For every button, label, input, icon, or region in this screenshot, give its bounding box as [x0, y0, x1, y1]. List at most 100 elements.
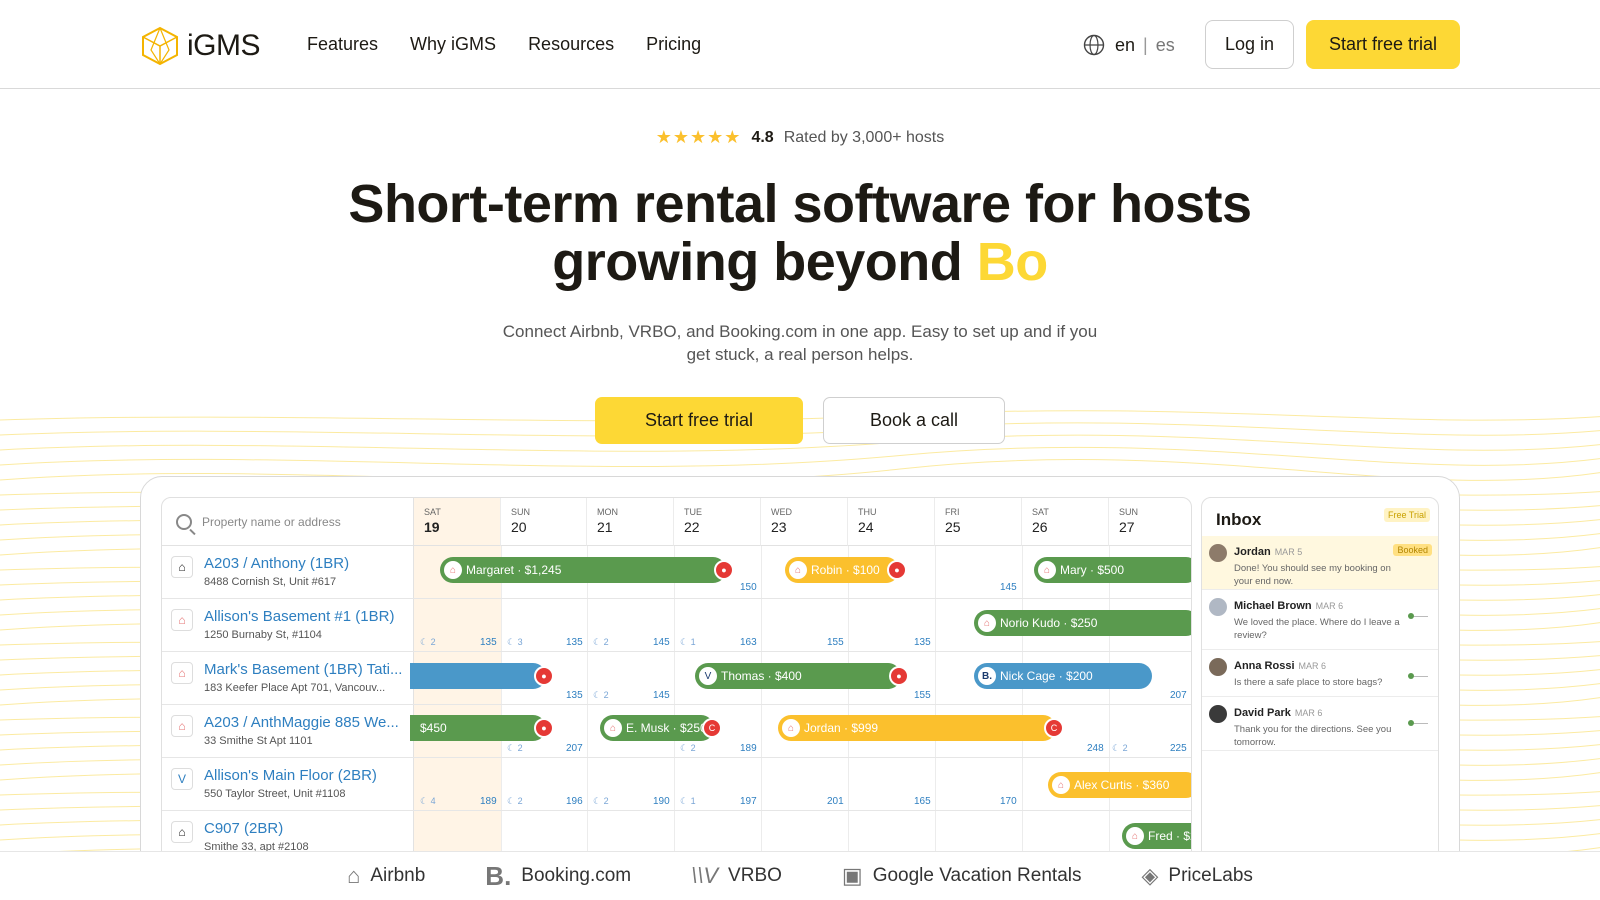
language-switcher: en | es — [1083, 34, 1175, 56]
lang-en[interactable]: en — [1115, 35, 1135, 56]
logo[interactable]: iGMS — [139, 26, 261, 66]
avatar — [1209, 705, 1227, 723]
partner-google: ▣ Google Vacation Rentals — [841, 863, 1082, 888]
nights-count: ☾ 1 — [680, 796, 696, 806]
booking-bar[interactable]: ⌂ Fred · $2 — [1122, 823, 1191, 849]
vrbo-icon: V — [171, 768, 193, 790]
property-search[interactable]: Property name or address — [162, 498, 414, 546]
night-price: 170 — [1000, 796, 1017, 807]
property-row: V Allison's Main Floor (2BR) 550 Taylor … — [162, 758, 1191, 811]
airbnb-icon: ⌂ — [444, 561, 462, 579]
lang-es[interactable]: es — [1156, 35, 1175, 56]
booking-bar[interactable]: ⌂ Robin · $100 ● — [785, 557, 907, 583]
property-name: Allison's Basement #1 (1BR) — [204, 608, 395, 625]
booking-bar[interactable]: ● — [410, 663, 554, 689]
property-name: A203 / Anthony (1BR) — [204, 555, 350, 572]
book-call-button[interactable]: Book a call — [823, 397, 1005, 444]
airbnb-icon: ⌂ — [1052, 776, 1070, 794]
booking-bar[interactable]: ⌂ Mary · $500 — [1034, 557, 1191, 583]
booked-badge: Booked — [1393, 544, 1432, 556]
nav-features[interactable]: Features — [307, 34, 378, 55]
night-price: 145 — [1000, 582, 1017, 593]
nav-pricing[interactable]: Pricing — [646, 34, 701, 55]
property-info[interactable]: ⌂ Mark's Basement (1BR) Tati... 183 Keef… — [162, 652, 414, 704]
search-placeholder: Property name or address — [202, 514, 341, 529]
nights-count: ☾ 4 — [420, 796, 436, 806]
booking-bar[interactable]: ⌂ Margaret · $1,245 ● — [440, 557, 734, 583]
site-header: iGMS Features Why iGMS Resources Pricing… — [0, 0, 1600, 89]
search-icon — [176, 513, 192, 530]
guest-avatar-icon: C — [1044, 718, 1064, 738]
nights-count: ☾ 2 — [1112, 743, 1128, 753]
inbox-message[interactable]: Jordan MAR 5 Done! You should see my book… — [1202, 536, 1438, 590]
property-name: Mark's Basement (1BR) Tati... — [204, 661, 403, 678]
airbnb-icon: ⌂ — [171, 662, 193, 684]
night-price: 248 — [1087, 743, 1104, 754]
airbnb-icon: ⌂ — [1038, 561, 1056, 579]
google-vacation-icon: ▣ — [841, 863, 863, 888]
night-price: 189 — [480, 796, 497, 807]
inbox-message[interactable]: David Park MAR 6 Thank you for the direct… — [1202, 697, 1438, 751]
day-header: WED 23 — [761, 498, 848, 546]
hero-title-line2: growing beyond — [552, 232, 977, 292]
inbox-message[interactable]: Michael Brown MAR 6 We loved the place. W… — [1202, 590, 1438, 650]
guest-avatar-icon: ● — [534, 718, 554, 738]
partner-logos: ⌂ Airbnb B. Booking.com \\V VRBO ▣ Google Va… — [0, 851, 1600, 900]
night-price: 145 — [653, 690, 670, 701]
airbnb-icon: ⌂ — [1126, 827, 1144, 845]
property-info[interactable]: ⌂ Allison's Basement #1 (1BR) 1250 Burna… — [162, 599, 414, 651]
partner-vrbo: \\V VRBO — [691, 863, 782, 888]
night-price: 145 — [653, 637, 670, 648]
booking-bar[interactable]: ⌂ Alex Curtis · $360 — [1048, 772, 1191, 798]
property-info[interactable]: ⌂ A203 / Anthony (1BR) 8488 Cornish St, … — [162, 546, 414, 598]
night-price: 225 — [1170, 743, 1187, 754]
inbox-message[interactable]: Anna Rossi MAR 6 Is there a safe place to… — [1202, 650, 1438, 697]
nav-why-igms[interactable]: Why iGMS — [410, 34, 496, 55]
property-name: C907 (2BR) — [204, 820, 284, 837]
avatar — [1209, 544, 1227, 562]
nights-count: ☾ 2 — [507, 796, 523, 806]
booking-bar[interactable]: B. Nick Cage · $200 — [974, 663, 1152, 689]
booking-bar[interactable]: V Thomas · $400 ● — [695, 663, 909, 689]
partner-booking: B. Booking.com — [485, 860, 632, 891]
inbox-title: Inbox — [1216, 510, 1262, 529]
night-price: 207 — [566, 743, 583, 754]
property-info[interactable]: ⌂ A203 / AnthMaggie 885 We... 33 Smithe … — [162, 705, 414, 757]
hero-trial-button[interactable]: Start free trial — [595, 397, 803, 444]
rating: ★★★★★ 4.8 Rated by 3,000+ hosts — [0, 127, 1600, 148]
status-toggle[interactable] — [1408, 613, 1428, 619]
hero-subtitle: Connect Airbnb, VRBO, and Booking.com in… — [502, 322, 1098, 364]
airbnb-icon: ⌂ — [978, 614, 996, 632]
booking-bar[interactable]: ⌂ E. Musk · $250 C — [600, 715, 722, 741]
property-info[interactable]: V Allison's Main Floor (2BR) 550 Taylor … — [162, 758, 414, 810]
night-price: 135 — [914, 637, 931, 648]
header-trial-button[interactable]: Start free trial — [1306, 20, 1460, 69]
nav-resources[interactable]: Resources — [528, 34, 614, 55]
airbnb-icon: ⌂ — [782, 719, 800, 737]
booking-bar[interactable]: $450 ● — [410, 715, 554, 741]
main-nav: Features Why iGMS Resources Pricing — [307, 34, 733, 55]
booking-bar[interactable]: ⌂ Jordan · $999 C — [778, 715, 1064, 741]
night-price: 201 — [827, 796, 844, 807]
booking-com-icon: B. — [978, 667, 996, 685]
property-address: 550 Taylor Street, Unit #1108 — [204, 788, 346, 800]
wave-line — [0, 446, 1600, 468]
avatar — [1209, 598, 1227, 616]
status-toggle[interactable] — [1408, 720, 1428, 726]
nights-count: ☾ 2 — [507, 743, 523, 753]
property-address: 183 Keefer Place Apt 701, Vancouv... — [204, 682, 386, 694]
booking-bar[interactable]: ⌂ Norio Kudo · $250 — [974, 610, 1191, 636]
night-price: 207 — [1170, 690, 1187, 701]
day-header: THU 24 — [848, 498, 935, 546]
status-toggle[interactable] — [1408, 673, 1428, 679]
guest-avatar-icon: C — [702, 718, 722, 738]
day-header: SAT 19 — [414, 498, 501, 546]
day-header: FRI 25 — [935, 498, 1022, 546]
login-button[interactable]: Log in — [1205, 20, 1294, 69]
airbnb-icon: ⌂ — [789, 561, 807, 579]
airbnb-icon: ⌂ — [604, 719, 622, 737]
night-price: 163 — [740, 637, 757, 648]
booking-com-icon: B. — [485, 860, 512, 891]
pricelabs-icon: ◈ — [1141, 863, 1159, 888]
day-header: SUN 27 — [1109, 498, 1191, 546]
